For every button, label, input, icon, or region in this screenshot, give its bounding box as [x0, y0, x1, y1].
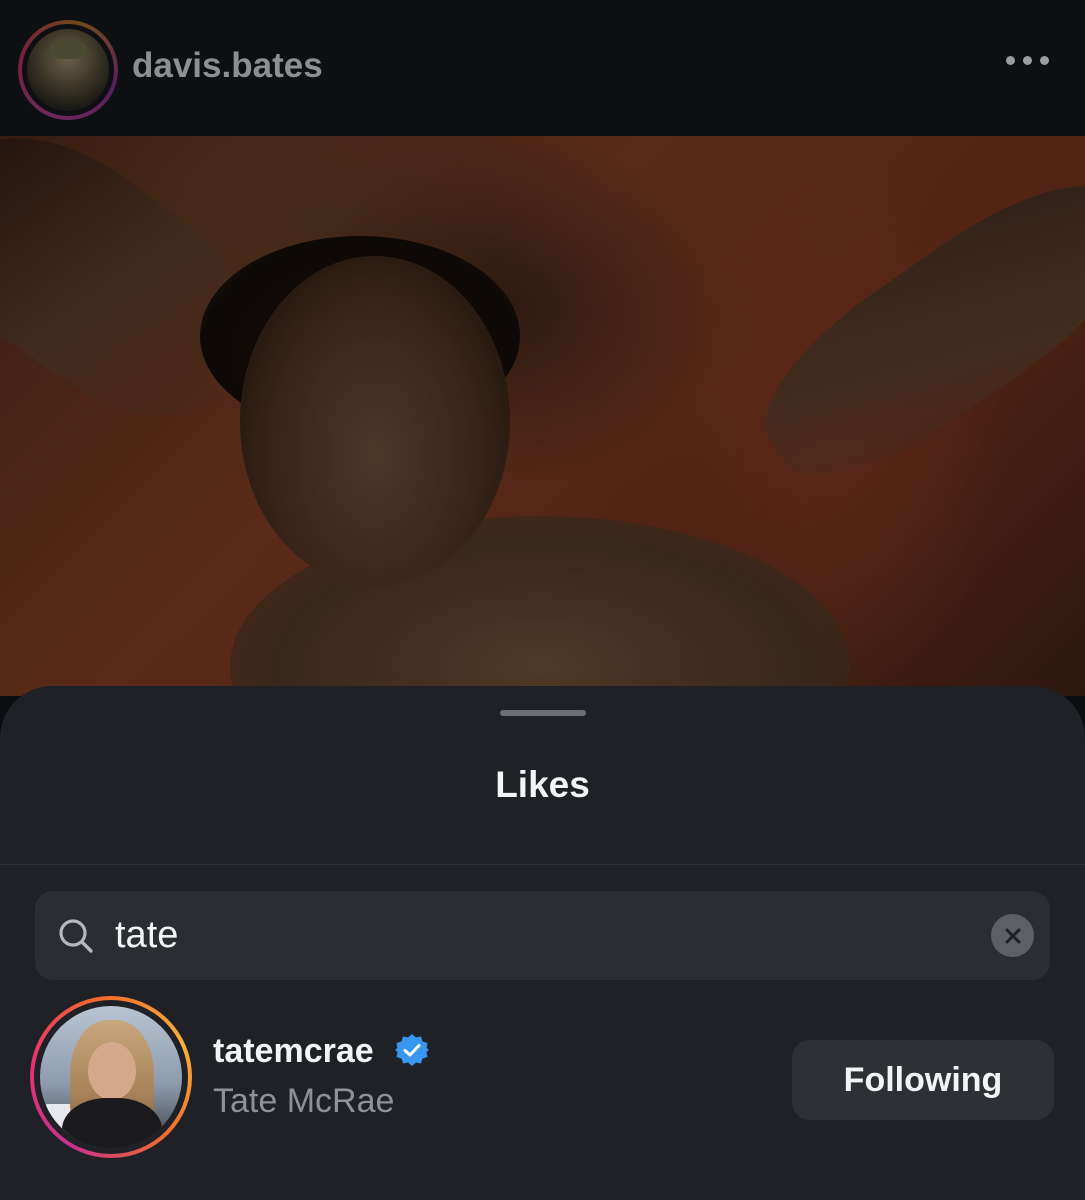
avatar[interactable] [30, 996, 192, 1158]
verified-badge-icon [395, 1034, 429, 1066]
clear-search-button[interactable] [991, 914, 1034, 957]
clear-icon [1005, 928, 1020, 943]
post-author-username[interactable]: davis.bates [132, 46, 323, 86]
sheet-drag-handle[interactable] [500, 710, 586, 716]
divider [0, 864, 1085, 865]
ellipsis-icon[interactable] [1006, 56, 1049, 65]
post-header: davis.bates [0, 0, 1085, 136]
search-icon [59, 919, 93, 953]
likes-sheet: Likes tatemcrae [0, 686, 1085, 1200]
list-item[interactable]: tatemcrae Tate McRae Following [0, 996, 1085, 1166]
following-button[interactable]: Following [792, 1040, 1054, 1120]
post-photo [0, 136, 1085, 696]
search-input[interactable] [115, 909, 975, 961]
result-username[interactable]: tatemcrae [213, 1032, 374, 1071]
search-box[interactable] [35, 891, 1050, 980]
sheet-title: Likes [495, 764, 590, 805]
result-full-name: Tate McRae [213, 1082, 395, 1120]
post-author-avatar[interactable] [18, 20, 118, 120]
